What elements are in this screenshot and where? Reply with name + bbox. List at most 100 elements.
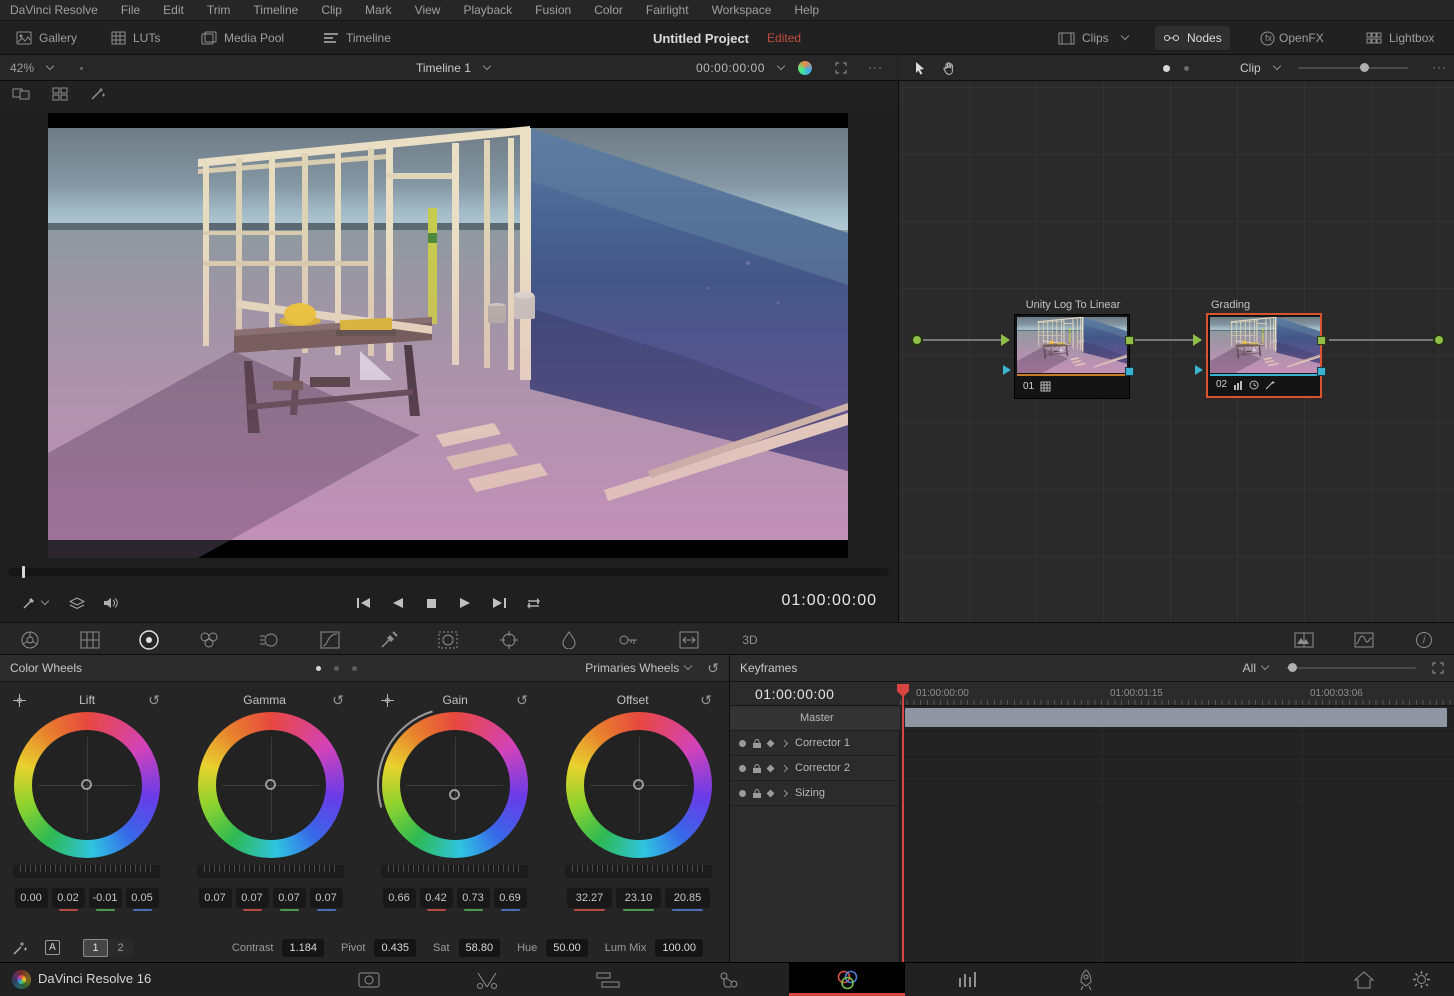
output-port[interactable] (1433, 334, 1445, 346)
page-fusion[interactable] (694, 963, 764, 996)
gain-picker-icon[interactable] (381, 694, 394, 707)
grab-still-button[interactable] (22, 591, 48, 615)
wheel-page-dots[interactable] (316, 666, 357, 671)
node-zoom-slider[interactable] (1298, 67, 1408, 69)
lift-wheel[interactable] (14, 712, 160, 858)
dual-screen-icon[interactable] (12, 87, 30, 101)
expand-chevron-icon[interactable] (781, 764, 788, 771)
key-icon[interactable] (616, 628, 640, 652)
pan-hand-icon[interactable] (942, 61, 956, 75)
lock-icon[interactable] (752, 763, 762, 774)
gamma-g-value[interactable]: 0.07 (273, 888, 306, 908)
contrast-value[interactable]: 1.184 (282, 939, 324, 957)
menu-clip[interactable]: Clip (321, 3, 342, 17)
track-corrector2[interactable]: Corrector 2 (730, 756, 900, 781)
keyframes-expand-icon[interactable] (1432, 662, 1444, 674)
gamma-wheel[interactable] (198, 712, 344, 858)
motion-effects-icon[interactable] (257, 628, 281, 652)
page-cut[interactable] (452, 963, 522, 996)
gamma-b-value[interactable]: 0.07 (310, 888, 343, 908)
menu-playback[interactable]: Playback (463, 3, 512, 17)
keyframes-ruler[interactable]: 01:00:00:00 01:00:00:00 01:00:01:15 01:0… (730, 682, 1454, 706)
openfx-button[interactable]: fx OpenFX (1252, 26, 1332, 50)
offset-wheel[interactable] (566, 712, 712, 858)
color-wheels-icon[interactable] (137, 628, 161, 652)
menu-workspace[interactable]: Workspace (712, 3, 772, 17)
scrubber-playhead[interactable] (22, 566, 25, 578)
timeline-button[interactable]: Timeline (315, 26, 399, 50)
qualifier-icon[interactable] (377, 628, 401, 652)
split-screen-icon[interactable] (1292, 628, 1316, 652)
gamma-master-slider[interactable] (197, 865, 344, 878)
node-01[interactable]: 01 (1014, 314, 1130, 399)
lift-g-value[interactable]: -0.01 (89, 888, 122, 908)
track-sizing[interactable]: Sizing (730, 781, 900, 806)
menu-trim[interactable]: Trim (207, 3, 231, 17)
node2-rgb-output[interactable] (1317, 336, 1326, 345)
lift-b-value[interactable]: 0.05 (126, 888, 159, 908)
wipe-mode-icon[interactable] (798, 61, 812, 75)
offset-b-value[interactable]: 20.85 (665, 888, 710, 908)
lift-r-value[interactable]: 0.02 (52, 888, 85, 908)
gamma-r-value[interactable]: 0.07 (236, 888, 269, 908)
menu-fusion[interactable]: Fusion (535, 3, 571, 17)
timeline-selector[interactable]: Timeline 1 (408, 56, 498, 80)
gain-r-value[interactable]: 0.42 (420, 888, 453, 908)
hue-value[interactable]: 50.00 (546, 939, 588, 957)
node-graph[interactable]: Unity Log To Linear 01 Grading 02 (898, 81, 1454, 622)
node-more-menu[interactable]: ··· (1432, 60, 1447, 74)
gain-b-value[interactable]: 0.69 (494, 888, 527, 908)
gain-y-value[interactable]: 0.66 (383, 888, 416, 908)
track-enable-dot[interactable] (739, 790, 746, 797)
gamma-reset-icon[interactable]: ↺ (332, 694, 344, 706)
media-pool-button[interactable]: Media Pool (193, 26, 292, 50)
lightbox-button[interactable]: Lightbox (1358, 26, 1442, 50)
sizing-icon[interactable] (677, 628, 701, 652)
node-view-dot-2[interactable] (1184, 66, 1189, 71)
video-viewer[interactable] (48, 113, 848, 558)
viewer-scrubber[interactable] (8, 568, 889, 576)
expand-viewer-icon[interactable] (835, 62, 847, 74)
info-icon[interactable]: i (1412, 628, 1436, 652)
power-window-icon[interactable] (436, 628, 460, 652)
node-02[interactable]: 02 (1206, 313, 1322, 398)
auto-color-wand-icon[interactable] (12, 940, 28, 956)
auto-badge[interactable]: A (45, 940, 60, 955)
lum-mix-value[interactable]: 100.00 (655, 939, 703, 957)
audio-mute-icon[interactable] (98, 591, 124, 615)
nodes-button[interactable]: Nodes (1155, 26, 1230, 50)
page-media[interactable] (334, 963, 404, 996)
track-enable-dot[interactable] (739, 765, 746, 772)
luts-button[interactable]: LUTs (103, 26, 168, 50)
last-frame-button[interactable] (486, 591, 512, 615)
offset-master-slider[interactable] (565, 865, 712, 878)
camera-raw-icon[interactable] (18, 628, 42, 652)
node1-key-output[interactable] (1125, 367, 1134, 376)
menu-color[interactable]: Color (594, 3, 623, 17)
project-manager-button[interactable] (1336, 963, 1392, 996)
viewer-timecode-select[interactable]: 00:00:00:00 (688, 56, 792, 80)
track-enable-dot[interactable] (739, 740, 746, 747)
lift-master-slider[interactable] (13, 865, 160, 878)
menu-file[interactable]: File (121, 3, 140, 17)
gamma-y-value[interactable]: 0.07 (199, 888, 232, 908)
expand-chevron-icon[interactable] (781, 739, 788, 746)
master-track-bar[interactable] (905, 708, 1447, 727)
play-reverse-button[interactable] (384, 591, 410, 615)
pivot-value[interactable]: 0.435 (374, 939, 416, 957)
loop-button[interactable] (520, 591, 546, 615)
keyframes-playhead[interactable] (902, 684, 904, 962)
play-button[interactable] (452, 591, 478, 615)
keyframes-zoom-knob[interactable] (1288, 663, 1297, 672)
clip-selector[interactable]: Clip (1232, 56, 1288, 80)
menu-fairlight[interactable]: Fairlight (646, 3, 689, 17)
sat-value[interactable]: 58.80 (459, 939, 501, 957)
scopes-icon[interactable] (1352, 628, 1376, 652)
viewer-zoom-select[interactable]: 42% (2, 56, 61, 80)
page-deliver[interactable] (1051, 963, 1121, 996)
menu-edit[interactable]: Edit (163, 3, 184, 17)
page-color[interactable] (789, 963, 905, 996)
lock-icon[interactable] (752, 738, 762, 749)
enhance-wand-icon[interactable] (90, 87, 106, 101)
grid-view-icon[interactable] (52, 87, 68, 101)
